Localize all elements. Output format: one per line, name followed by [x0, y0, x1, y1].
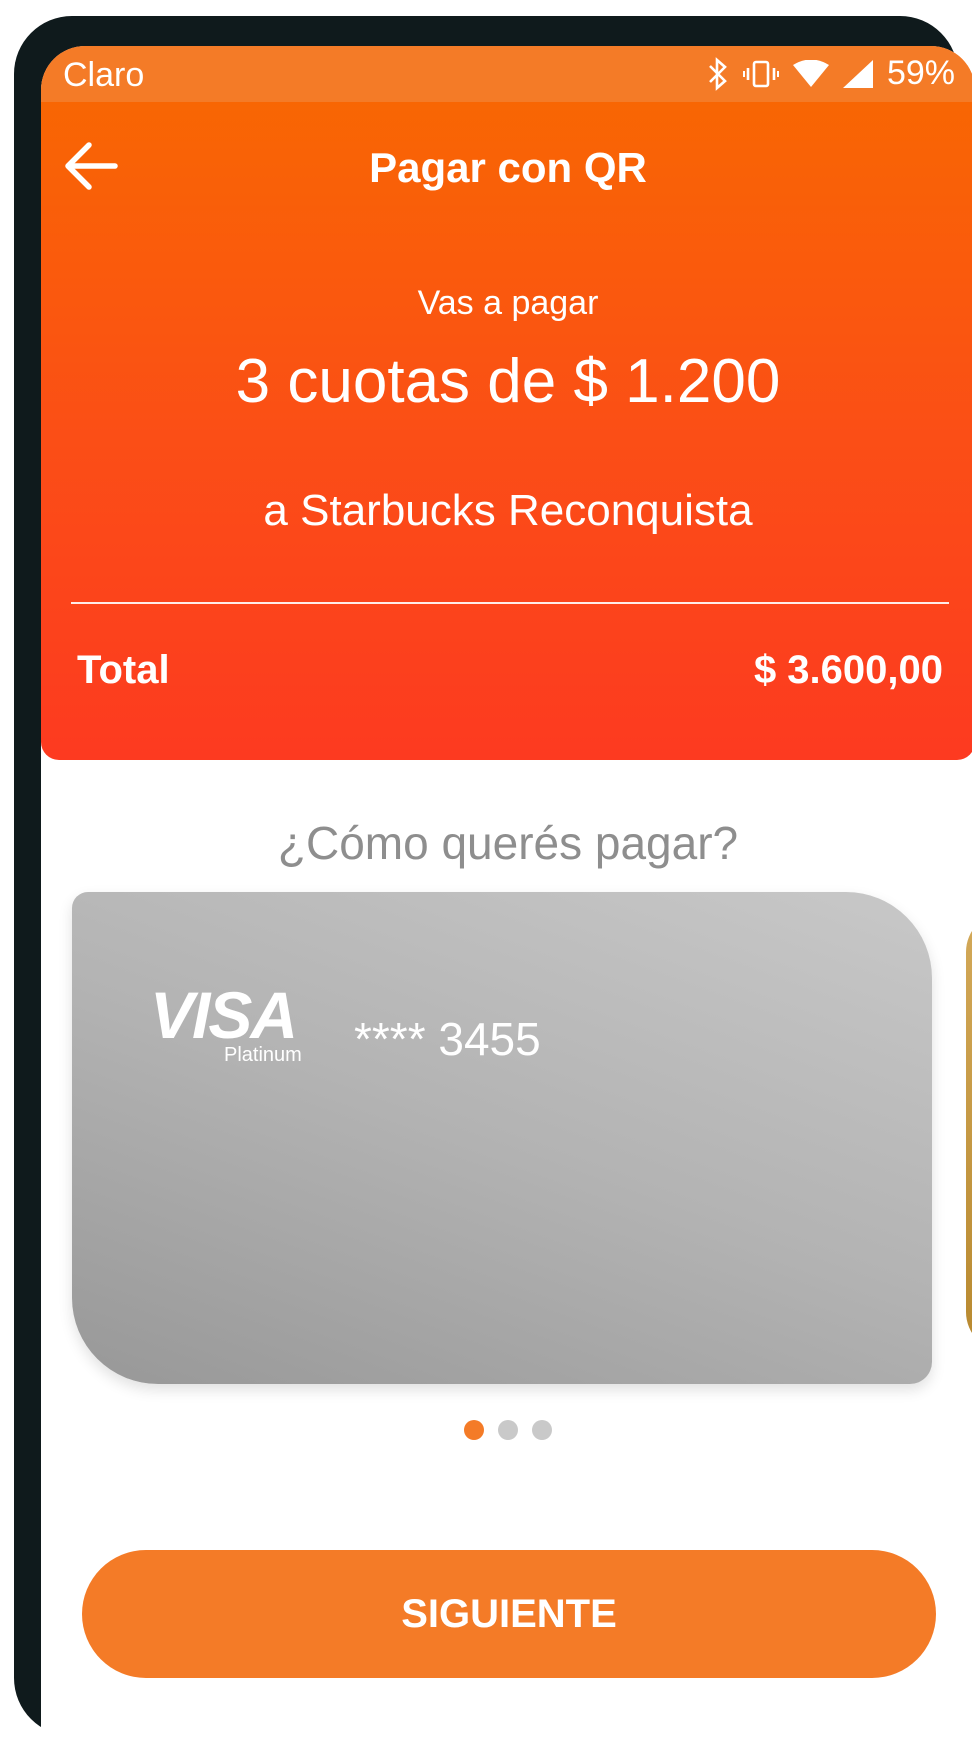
- payment-header: Claro 59% Pagar con QR Vas a pagar 3 cuo…: [41, 46, 972, 760]
- visa-logo: VISA: [150, 980, 298, 1044]
- merchant-name: a Starbucks Reconquista: [263, 486, 753, 535]
- signal-icon: [842, 59, 873, 88]
- total-value: $ 3.600,00: [753, 648, 943, 692]
- phone-frame: Claro 59% Pagar con QR Vas a pagar 3 cuo…: [14, 16, 972, 1746]
- next-button[interactable]: SIGUIENTE: [82, 1550, 936, 1678]
- page-title: Pagar con QR: [369, 144, 647, 191]
- pager-dot-1[interactable]: [464, 1420, 484, 1440]
- vibrate-icon: [742, 60, 779, 87]
- screen: Claro 59% Pagar con QR Vas a pagar 3 cuo…: [41, 46, 972, 1746]
- total-label: Total: [77, 648, 170, 692]
- next-card-peek[interactable]: [966, 912, 972, 1352]
- payment-card-visa[interactable]: VISA Platinum **** 3455: [72, 892, 932, 1384]
- installment-amount: 3 cuotas de $ 1.200: [235, 347, 781, 416]
- battery-percent: 59%: [886, 54, 955, 92]
- status-icons: 59%: [707, 54, 955, 93]
- svg-text:VISA: VISA: [150, 980, 296, 1044]
- card-tier: Platinum: [224, 1044, 302, 1066]
- bluetooth-icon: [709, 56, 727, 91]
- wifi-icon: [792, 59, 829, 87]
- pager-dot-2[interactable]: [498, 1420, 518, 1440]
- pay-lead-text: Vas a pagar: [417, 284, 599, 322]
- status-bar: Claro 59%: [41, 46, 972, 102]
- card-number: **** 3455: [354, 1013, 541, 1065]
- carrier-name: Claro: [63, 56, 145, 94]
- payment-method-question: ¿Cómo querés pagar?: [277, 817, 739, 869]
- card-pager: [41, 1420, 972, 1440]
- divider: [71, 602, 949, 604]
- pager-dot-3[interactable]: [532, 1420, 552, 1440]
